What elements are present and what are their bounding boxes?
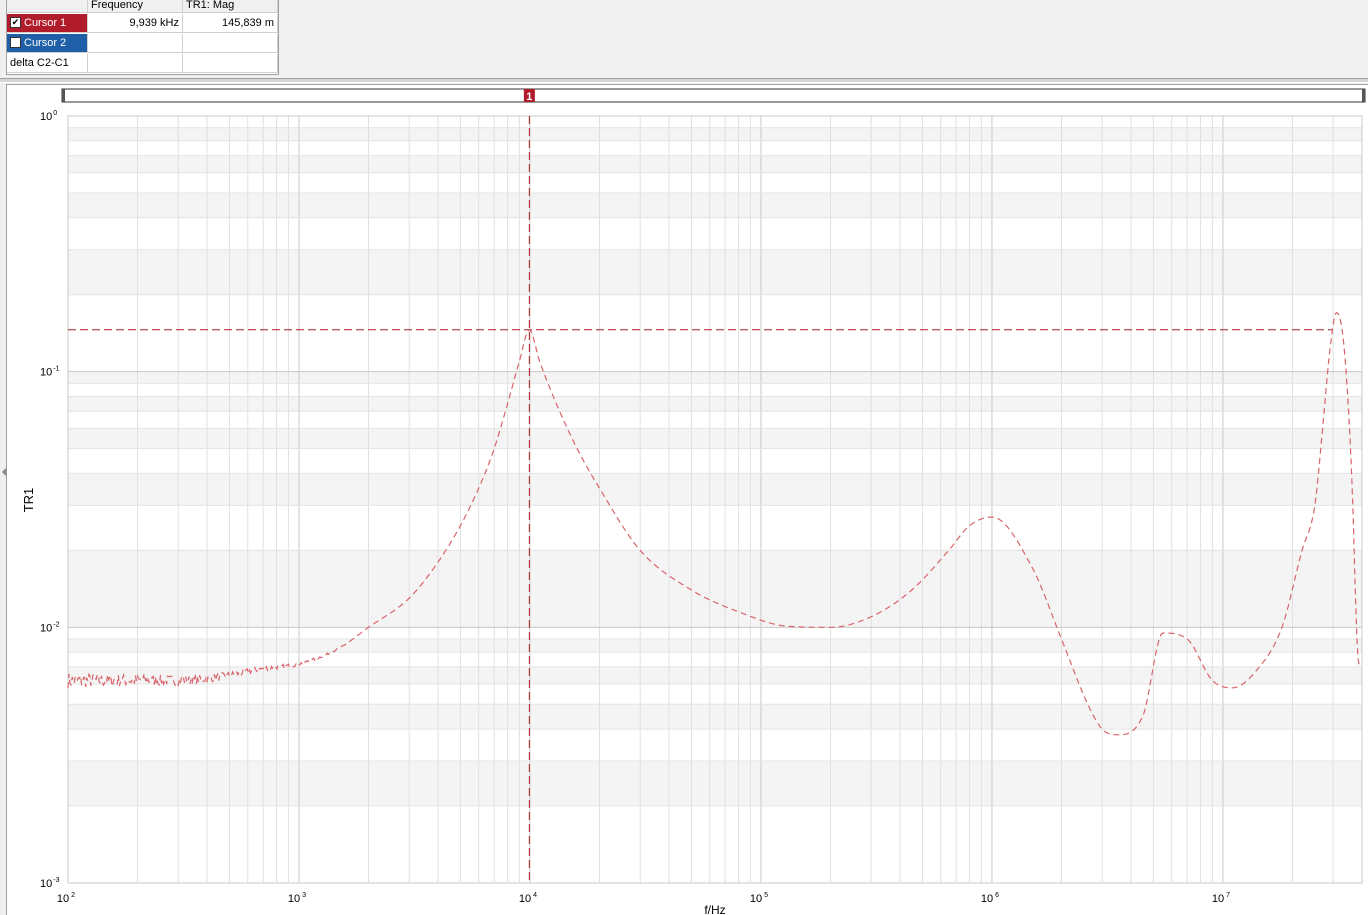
x-axis-label: f/Hz bbox=[704, 903, 725, 914]
grid-band bbox=[68, 428, 1362, 449]
y-tick-label: 10-3 bbox=[40, 877, 60, 890]
x-tick-base: 10 bbox=[288, 893, 300, 905]
grid-band bbox=[68, 639, 1362, 653]
side-collapse-arrow-icon[interactable] bbox=[2, 468, 6, 476]
x-tick-labels: 10 2 10 3 10 4 10 5 10 6 10 7 bbox=[57, 892, 1230, 905]
grid-band bbox=[68, 761, 1362, 807]
x-tick-base: 10 bbox=[981, 893, 993, 905]
y-tick-exponent: 0 bbox=[53, 110, 57, 117]
grid-band bbox=[68, 249, 1362, 295]
y-tick-base: 10 bbox=[40, 111, 52, 123]
grid-band bbox=[68, 371, 1362, 384]
x-tick-base: 10 bbox=[1212, 893, 1224, 905]
y-tick-label: 10-2 bbox=[40, 621, 60, 634]
cursor-1-marker-label: 1 bbox=[526, 91, 532, 103]
x-tick-label: 10 2 bbox=[57, 892, 75, 905]
x-tick-exponent: 6 bbox=[995, 892, 999, 899]
y-tick-exponent: -2 bbox=[53, 621, 59, 628]
y-tick-exponent: -3 bbox=[53, 877, 59, 884]
scrub-bar-right-edge bbox=[1362, 89, 1365, 102]
x-tick-base: 10 bbox=[750, 893, 762, 905]
grid-band bbox=[68, 550, 1362, 628]
scrub-bar-left-edge bbox=[62, 89, 65, 102]
x-tick-exponent: 7 bbox=[1226, 892, 1230, 899]
x-tick-exponent: 2 bbox=[71, 892, 75, 899]
cursor-scrub-bar[interactable] bbox=[61, 88, 1366, 103]
y-tick-labels: 10010-110-210-3 bbox=[40, 110, 60, 890]
x-tick-exponent: 5 bbox=[764, 892, 768, 899]
x-tick-exponent: 4 bbox=[533, 892, 537, 899]
x-tick-label: 10 7 bbox=[1212, 892, 1230, 905]
grid-band bbox=[68, 127, 1362, 141]
y-tick-base: 10 bbox=[40, 878, 52, 890]
x-tick-label: 10 5 bbox=[750, 892, 768, 905]
x-tick-base: 10 bbox=[519, 893, 531, 905]
grid-band bbox=[68, 155, 1362, 173]
grid-band bbox=[68, 666, 1362, 685]
x-tick-exponent: 3 bbox=[302, 892, 306, 899]
grid-band bbox=[68, 192, 1362, 218]
y-tick-label: 100 bbox=[40, 110, 57, 123]
y-tick-base: 10 bbox=[40, 622, 52, 634]
chart-svg: 1 10010-110-210-3 10 2 10 3 10 4 10 5 10 6 10 7 TR1… bbox=[2, 88, 1366, 914]
grid-band bbox=[68, 396, 1362, 412]
cursor-1-marker[interactable]: 1 bbox=[523, 89, 535, 103]
x-tick-label: 10 4 bbox=[519, 892, 537, 905]
y-tick-label: 10-1 bbox=[40, 366, 60, 379]
y-tick-exponent: -1 bbox=[53, 366, 59, 373]
y-tick-base: 10 bbox=[40, 367, 52, 379]
grid-band bbox=[68, 704, 1362, 730]
grid-band bbox=[68, 473, 1362, 506]
x-tick-label: 10 3 bbox=[288, 892, 306, 905]
y-axis-label: TR1 bbox=[21, 488, 36, 513]
x-tick-label: 10 6 bbox=[981, 892, 999, 905]
x-tick-base: 10 bbox=[57, 893, 69, 905]
